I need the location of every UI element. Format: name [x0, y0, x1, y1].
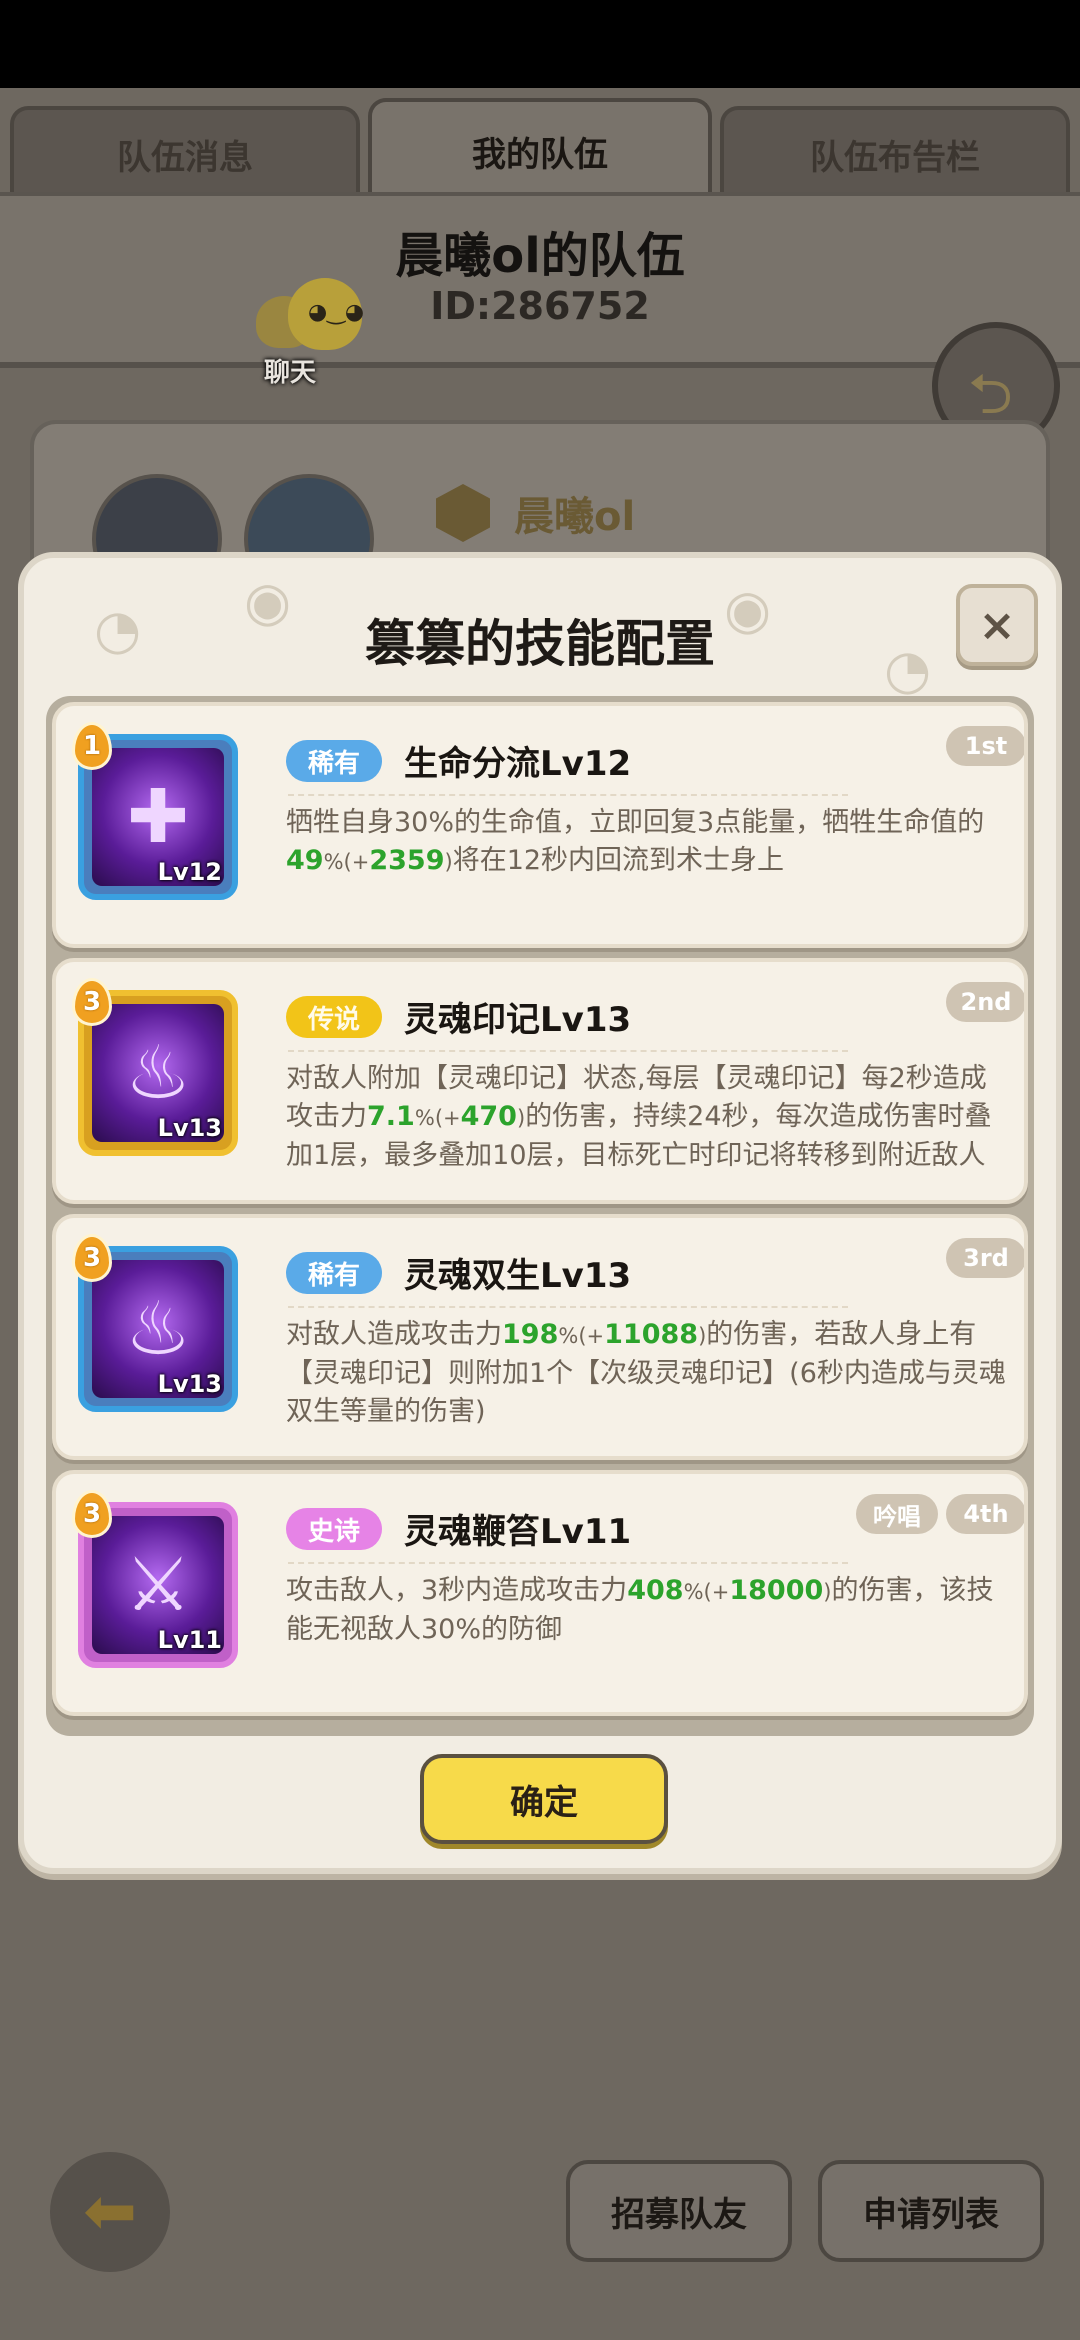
rarity-badge: 传说: [286, 996, 382, 1038]
skill-card[interactable]: ♨ Lv13 3 传说 灵魂印记Lv13 2nd 对敌人附加【灵魂印记】状态,每…: [52, 958, 1028, 1204]
leader-shield-icon: [436, 484, 490, 542]
desc-text: 攻击敌人，3秒内造成攻击力: [286, 1575, 628, 1606]
skill-card[interactable]: ⚔ Lv11 3 史诗 灵魂鞭笞Lv11 吟唱 4th 攻击敌人，3秒内造成攻击…: [52, 1470, 1028, 1716]
highlight-value: 11088: [604, 1319, 699, 1350]
rarity-badge: 稀有: [286, 740, 382, 782]
highlight-value: 470: [460, 1101, 517, 1132]
desc-text: ): [516, 1106, 526, 1130]
skill-config-dialog: ◔ ◉ ◉ ◔ 篡篡的技能配置 × ✚ Lv12 1 稀有 生命分流Lv12 1…: [18, 552, 1062, 1874]
desc-text: (+: [343, 850, 370, 874]
divider: [288, 1306, 848, 1308]
slot-number-badge: 3: [72, 978, 112, 1026]
order-tag: 2nd: [946, 982, 1024, 1022]
close-icon: ×: [978, 599, 1016, 651]
skill-name: 生命分流Lv12: [404, 744, 632, 784]
skill-description: 攻击敌人，3秒内造成攻击力408%(+18000)的伤害，该技能无视敌人30%的…: [286, 1572, 1010, 1649]
skill-description: 牺牲自身30%的生命值，立即回复3点能量，牺牲生命值的 49%(+2359)将在1…: [286, 804, 1010, 881]
desc-text: 对敌人造成攻击力: [286, 1319, 502, 1350]
divider: [288, 1562, 848, 1564]
twin-flame-glyph: ♨: [124, 1286, 192, 1372]
slot-number-badge: 3: [72, 1234, 112, 1282]
highlight-value: 408: [627, 1575, 684, 1606]
desc-text: (+: [703, 1580, 730, 1604]
skill-card[interactable]: ♨ Lv13 3 稀有 灵魂双生Lv13 3rd 对敌人造成攻击力198%(+1…: [52, 1214, 1028, 1460]
skill-icon-level: Lv12: [157, 858, 222, 886]
chat-button[interactable]: ◕‿◕ 聊天: [250, 278, 380, 398]
chat-label: 聊天: [264, 358, 317, 388]
skill-name: 灵魂双生Lv13: [404, 1256, 632, 1296]
tab-my-team[interactable]: 我的队伍: [368, 98, 712, 200]
team-id: ID:286752: [430, 284, 650, 328]
skill-icon-level: Lv13: [157, 1370, 222, 1398]
desc-text: %: [558, 1324, 579, 1348]
order-tag: 1st: [946, 726, 1024, 766]
desc-text: %: [683, 1580, 704, 1604]
slot-number-badge: 1: [72, 722, 112, 770]
rarity-badge: 史诗: [286, 1508, 382, 1550]
confirm-button[interactable]: 确定: [420, 1754, 668, 1844]
close-button[interactable]: ×: [956, 584, 1038, 666]
dialog-title: 篡篡的技能配置: [365, 615, 715, 673]
highlight-value: 49: [286, 845, 324, 876]
skill-name: 灵魂印记Lv13: [404, 1000, 632, 1040]
soul-flame-glyph: ♨: [124, 1030, 192, 1116]
apply-list-button[interactable]: 申请列表: [818, 2160, 1044, 2262]
skill-icon-level: Lv11: [157, 1626, 222, 1654]
recruit-button[interactable]: 招募队友: [566, 2160, 792, 2262]
desc-text: ): [444, 850, 453, 874]
slot-number-badge: 3: [72, 1490, 112, 1538]
desc-text: (+: [434, 1106, 461, 1130]
order-tag: 3rd: [946, 1238, 1024, 1278]
tab-team-bulletin[interactable]: 队伍布告栏: [720, 106, 1070, 198]
highlight-value: 18000: [729, 1575, 824, 1606]
desc-text: 将在12秒内回流到术士身上: [452, 845, 785, 876]
highlight-value: 7.1: [367, 1101, 415, 1132]
tab-bar: 队伍消息 我的队伍 队伍布告栏: [0, 96, 1080, 204]
team-header: 晨曦ol的队伍 ID:286752 ⮌: [0, 192, 1080, 450]
order-tag: 4th: [946, 1494, 1024, 1534]
divider: [288, 1050, 848, 1052]
highlight-value: 2359: [369, 845, 445, 876]
desc-text: 牺牲自身30%的生命值，立即回复3点能量，牺牲生命值的: [286, 807, 985, 838]
skill-icon-level: Lv13: [157, 1114, 222, 1142]
skill-card[interactable]: ✚ Lv12 1 稀有 生命分流Lv12 1st 牺牲自身30%的生命值，立即回…: [52, 702, 1028, 948]
heal-cross-glyph: ✚: [126, 774, 189, 860]
rarity-badge: 稀有: [286, 1252, 382, 1294]
member-name: 晨曦ol: [514, 494, 636, 540]
soul-whip-glyph: ⚔: [124, 1542, 192, 1628]
skill-list: ✚ Lv12 1 稀有 生命分流Lv12 1st 牺牲自身30%的生命值，立即回…: [46, 696, 1034, 1736]
divider: [288, 794, 848, 796]
team-name: 晨曦ol的队伍: [395, 228, 685, 284]
chant-tag: 吟唱: [856, 1494, 938, 1534]
arrow-left-icon: ⬅: [83, 2175, 137, 2249]
skill-description: 对敌人附加【灵魂印记】状态,每层【灵魂印记】每2秒造成攻击力7.1%(+470)…: [286, 1060, 1010, 1175]
desc-text: (+: [578, 1324, 605, 1348]
tab-team-messages[interactable]: 队伍消息: [10, 106, 360, 198]
smiley-face-icon: ◕‿◕: [308, 300, 365, 325]
desc-text: %: [323, 850, 344, 874]
skill-description: 对敌人造成攻击力198%(+11088)的伤害，若敌人身上有【灵魂印记】则附加1…: [286, 1316, 1010, 1431]
desc-text: %: [414, 1106, 435, 1130]
highlight-value: 198: [502, 1319, 559, 1350]
status-bar: [0, 0, 1080, 88]
back-button[interactable]: ⬅: [50, 2152, 170, 2272]
skill-name: 灵魂鞭笞Lv11: [404, 1512, 632, 1552]
